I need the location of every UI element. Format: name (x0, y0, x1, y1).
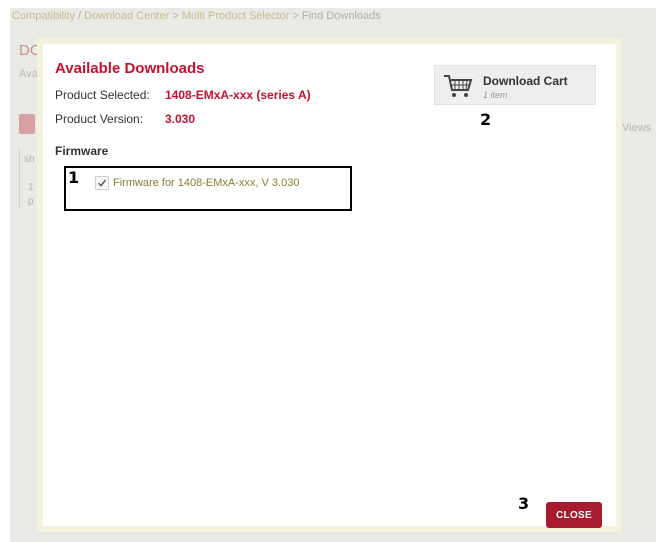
product-selected-value: 1408-EMxA-xxx (series A) (165, 88, 311, 102)
background-text: sh (24, 154, 35, 165)
background-views-label: Views (622, 122, 652, 134)
product-selected-label: Product Selected: (55, 88, 150, 102)
breadcrumb-multi-product-selector[interactable]: Multi Product Selector (182, 10, 290, 22)
download-cart-count: 1 item (483, 90, 508, 100)
available-downloads-modal: Available Downloads Product Selected: 14… (37, 38, 622, 532)
shopping-cart-icon (444, 75, 473, 97)
breadcrumb-separator: > (292, 10, 299, 22)
background-text: 1 (28, 182, 34, 193)
product-version-label: Product Version: (55, 112, 144, 126)
background-subtitle: Ava (19, 68, 38, 80)
modal-title: Available Downloads (55, 60, 205, 77)
callout-number-2: 2 (480, 110, 492, 129)
breadcrumb-find-downloads: Find Downloads (301, 10, 381, 22)
breadcrumb-separator: > (172, 10, 179, 22)
callout-number-1: 1 (68, 168, 80, 187)
background-tab (19, 114, 35, 134)
callout-number-3: 3 (518, 494, 530, 513)
breadcrumb: Compatibility / Download Center > Multi … (12, 10, 381, 22)
firmware-heading: Firmware (55, 144, 109, 158)
background-text: p (28, 196, 34, 207)
download-cart-button[interactable]: Download Cart 1 item (434, 65, 596, 105)
product-version-value: 3.030 (165, 112, 196, 126)
close-button[interactable]: CLOSE (546, 502, 602, 528)
callout-highlight-box (64, 166, 352, 211)
breadcrumb-compatibility[interactable]: Compatibility (12, 10, 75, 22)
breadcrumb-separator: / (78, 10, 82, 22)
breadcrumb-download-center[interactable]: Download Center (84, 10, 169, 22)
download-cart-title: Download Cart (483, 74, 568, 88)
